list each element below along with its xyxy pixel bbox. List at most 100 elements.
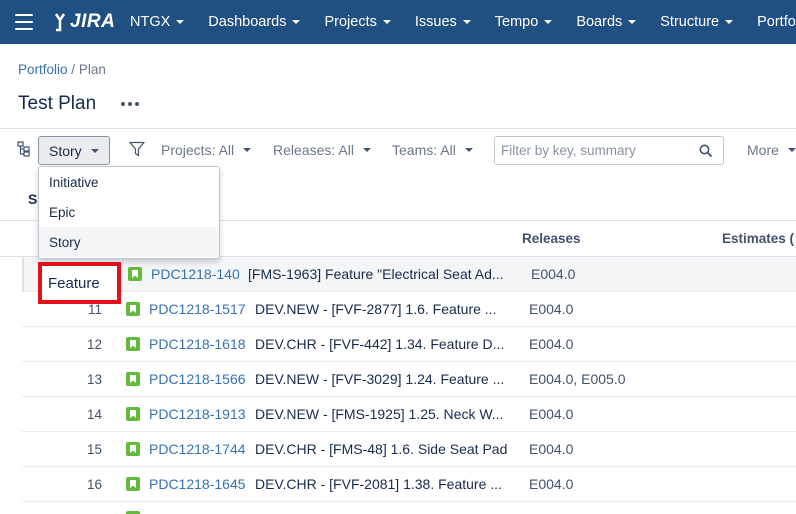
projects-filter[interactable]: Projects: All xyxy=(161,142,252,158)
story-icon xyxy=(126,372,140,386)
nav-structure[interactable]: Structure xyxy=(648,0,745,44)
teams-filter-label: Teams: All xyxy=(392,142,456,158)
nav-dashboards[interactable]: Dashboards xyxy=(196,0,312,44)
issue-list: 10 PDC1218-140 [FMS-1963] Feature "Elect… xyxy=(22,257,796,502)
table-row[interactable]: 16 PDC1218-1645 DEV.CHR - [FVF-2081] 1.3… xyxy=(22,467,796,502)
nav-label: Projects xyxy=(324,14,377,30)
table-row[interactable]: 10 PDC1218-140 [FMS-1963] Feature "Elect… xyxy=(22,257,796,292)
row-number: 16 xyxy=(86,477,102,492)
menu-item-story[interactable]: Story xyxy=(39,227,219,257)
nav-tempo[interactable]: Tempo xyxy=(483,0,565,44)
chevron-down-icon xyxy=(243,148,252,152)
issue-key-link[interactable]: PDC1218-1566 xyxy=(149,371,246,387)
table-row[interactable]: 14 PDC1218-1913 DEV.NEW - [FMS-1925] 1.2… xyxy=(22,397,796,432)
menu-item-initiative[interactable]: Initiative xyxy=(39,167,219,197)
breadcrumb: Portfolio / Plan xyxy=(18,62,106,77)
issue-key-link[interactable]: PDC1218-1913 xyxy=(149,406,246,422)
nav-label: Boards xyxy=(576,14,623,30)
caret-down-icon xyxy=(382,20,391,24)
breadcrumb-current: Plan xyxy=(78,62,106,77)
row-number: 11 xyxy=(87,302,102,317)
nav-label: NTGX xyxy=(130,14,171,30)
issue-release: E004.0 xyxy=(529,336,574,352)
table-row[interactable]: 12 PDC1218-1618 DEV.CHR - [FVF-442] 1.34… xyxy=(22,327,796,362)
story-icon xyxy=(126,302,140,316)
column-header-releases[interactable]: Releases xyxy=(522,231,581,246)
search-icon[interactable] xyxy=(699,144,713,158)
issue-key-link[interactable]: PDC1218-1744 xyxy=(149,441,246,457)
feature-annotation-label: Feature xyxy=(48,274,100,292)
issue-release: E004.0 xyxy=(531,266,576,282)
issue-key-link[interactable]: PDC1218-140 xyxy=(151,266,240,282)
nav-items: NTGX Dashboards Projects Issues Tempo Bo… xyxy=(118,0,796,44)
nav-label: Issues xyxy=(414,14,457,30)
caret-down-icon xyxy=(176,20,185,24)
nav-label: Dashboards xyxy=(208,14,287,30)
more-label: More xyxy=(747,142,779,158)
divider xyxy=(0,128,796,129)
issue-release: E004.0, E005.0 xyxy=(529,371,626,387)
chevron-down-icon xyxy=(90,148,99,153)
row-number: 14 xyxy=(86,407,102,422)
issue-summary: [FMS-1963] Feature "Electrical Seat Ad..… xyxy=(248,266,504,282)
issue-key-link[interactable]: PDC1218-1618 xyxy=(149,336,246,352)
search-input[interactable] xyxy=(495,137,685,164)
issue-release: E004.0 xyxy=(529,406,574,422)
more-dropdown[interactable]: More xyxy=(747,142,796,158)
hierarchy-level-select[interactable]: Story xyxy=(38,136,110,165)
nav-boards[interactable]: Boards xyxy=(564,0,648,44)
issue-summary: DEV.CHR - [FVF-442] 1.34. Feature D... xyxy=(255,336,505,352)
menu-item-epic[interactable]: Epic xyxy=(39,197,219,227)
jira-logo-icon xyxy=(54,13,66,32)
releases-filter-label: Releases: All xyxy=(273,142,354,158)
breadcrumb-separator: / xyxy=(71,62,76,77)
story-icon xyxy=(126,407,140,421)
top-navigation-bar: JIRA NTGX Dashboards Projects Issues Tem… xyxy=(0,0,796,44)
ellipsis-icon[interactable] xyxy=(121,102,139,106)
issue-key-link[interactable]: PDC1218-1517 xyxy=(149,301,246,317)
issue-summary: DEV.CHR - [FVF-2081] 1.38. Feature ... xyxy=(255,476,502,492)
breadcrumb-portfolio-link[interactable]: Portfolio xyxy=(18,62,68,77)
jira-logo[interactable]: JIRA xyxy=(52,11,115,33)
table-row[interactable]: 11 PDC1218-1517 DEV.NEW - [FVF-2877] 1.6… xyxy=(22,292,796,327)
hierarchy-icon[interactable] xyxy=(17,141,31,157)
filter-search xyxy=(494,136,724,165)
story-icon xyxy=(126,442,140,456)
table-row[interactable]: 15 PDC1218-1744 DEV.CHR - [FMS-48] 1.6. … xyxy=(22,432,796,467)
row-number: 13 xyxy=(86,372,102,387)
caret-down-icon xyxy=(292,20,301,24)
story-icon xyxy=(126,337,140,351)
logo-text: JIRA xyxy=(70,11,116,32)
nav-label: Tempo xyxy=(494,14,539,30)
nav-issues[interactable]: Issues xyxy=(403,0,483,44)
section-label: S xyxy=(28,191,38,207)
feature-annotation: Feature xyxy=(38,262,121,304)
hierarchy-select-label: Story xyxy=(49,142,82,159)
page-title: Test Plan xyxy=(18,93,97,114)
caret-down-icon xyxy=(462,20,471,24)
issue-summary: DEV.NEW - [FVF-3029] 1.24. Feature ... xyxy=(255,371,505,387)
nav-portfolio[interactable]: Portfolio xyxy=(745,0,796,44)
releases-filter[interactable]: Releases: All xyxy=(273,142,371,158)
issue-summary: DEV.NEW - [FMS-1925] 1.25. Neck W... xyxy=(255,406,504,422)
issue-summary: DEV.NEW - [FVF-2877] 1.6. Feature ... xyxy=(255,301,497,317)
issue-key-link[interactable]: PDC1218-1645 xyxy=(149,476,246,492)
table-row[interactable]: 13 PDC1218-1566 DEV.NEW - [FVF-3029] 1.2… xyxy=(22,362,796,397)
funnel-icon[interactable] xyxy=(129,141,145,157)
issue-release: E004.0 xyxy=(529,301,574,317)
projects-filter-label: Projects: All xyxy=(161,142,235,158)
issue-release: E004.0 xyxy=(529,441,574,457)
chevron-down-icon xyxy=(464,148,473,152)
column-header-estimates[interactable]: Estimates ( xyxy=(722,231,794,246)
teams-filter[interactable]: Teams: All xyxy=(392,142,473,158)
story-icon xyxy=(126,477,140,491)
row-number: 15 xyxy=(86,442,102,457)
table-row-partial xyxy=(22,502,796,514)
issue-summary: DEV.CHR - [FMS-48] 1.6. Side Seat Pad xyxy=(255,441,508,457)
nav-ntgx[interactable]: NTGX xyxy=(118,0,196,44)
row-number: 12 xyxy=(86,337,102,352)
menu-icon[interactable] xyxy=(15,14,33,30)
nav-projects[interactable]: Projects xyxy=(312,0,402,44)
chevron-down-icon xyxy=(362,148,371,152)
caret-down-icon xyxy=(628,20,637,24)
